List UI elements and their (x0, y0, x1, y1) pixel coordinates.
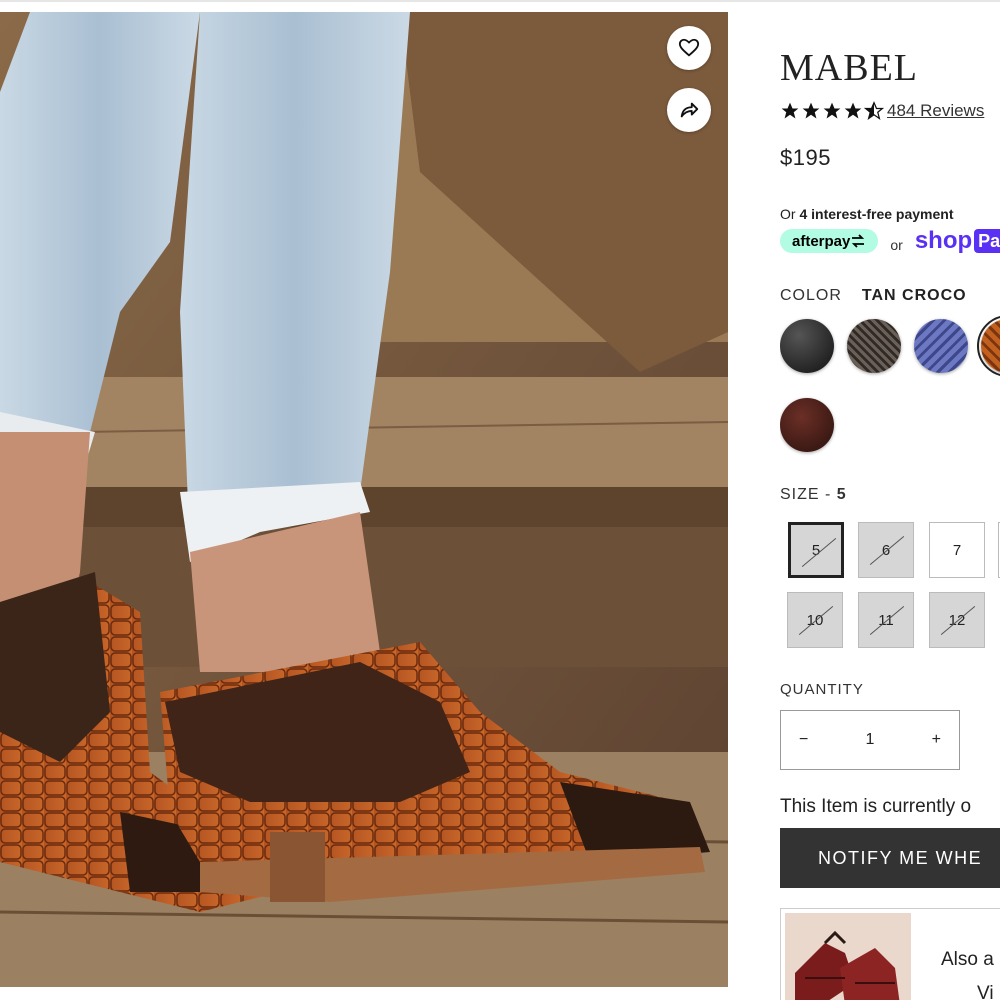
star-filled-icon (781, 102, 799, 119)
size-option-label: 10 (806, 611, 824, 629)
star-filled-icon (823, 102, 841, 119)
reviews-link[interactable]: 484 Reviews (887, 101, 984, 121)
installments-text: Or 4 interest-free payment (780, 206, 954, 222)
size-option-label: 11 (878, 611, 894, 629)
product-info-panel: MABEL 484 Reviews $195 Or 4 interest-fre… (780, 0, 1000, 1000)
product-price: $195 (780, 145, 831, 170)
color-swatch-dark-brown[interactable] (780, 398, 834, 452)
color-swatch-tan-croco[interactable] (977, 315, 1000, 377)
quantity-decrease-button[interactable]: − (799, 731, 808, 749)
star-half-icon (864, 101, 884, 120)
color-swatch-blue-croco[interactable] (914, 319, 968, 373)
star-filled-icon (844, 102, 862, 119)
also-available-link[interactable]: Vi (977, 983, 994, 1000)
favorite-button[interactable] (667, 26, 711, 70)
quantity-increase-button[interactable]: + (932, 731, 941, 749)
afterpay-label: afterpay (792, 232, 851, 250)
payment-options: afterpay or shop Pa (780, 227, 1000, 255)
notify-me-button[interactable]: NOTIFY ME WHE (780, 828, 1000, 888)
size-option-label: 6 (881, 541, 891, 559)
or-separator: or (890, 237, 903, 253)
also-available-thumbnail (785, 913, 911, 1000)
shop-pay-badge[interactable]: shop Pa (915, 227, 1000, 255)
heart-icon (678, 38, 700, 57)
size-option-7[interactable]: 7 (929, 522, 985, 578)
color-swatch-black[interactable] (780, 319, 834, 373)
shop-pay-label: Pa (974, 229, 1000, 253)
size-option-label: 5 (811, 541, 821, 559)
star-filled-icon (802, 102, 820, 119)
size-option-6[interactable]: 6 (858, 522, 914, 578)
size-option-10[interactable]: 10 (787, 592, 843, 648)
shoe-thumbnail-image (785, 913, 911, 1000)
product-image[interactable] (0, 12, 728, 987)
installments-prefix: Or (780, 206, 800, 222)
share-arrow-icon (680, 102, 699, 118)
size-label-row: SIZE - 5 (780, 486, 847, 504)
quantity-label: QUANTITY (780, 681, 864, 698)
rating[interactable]: 484 Reviews (780, 101, 984, 121)
size-option-5[interactable]: 5 (788, 522, 844, 578)
afterpay-badge[interactable]: afterpay (780, 229, 879, 253)
afterpay-arrows-icon (852, 234, 865, 248)
product-photo (0, 12, 728, 987)
size-option-11[interactable]: 11 (858, 592, 914, 648)
size-option-label: 12 (948, 611, 966, 629)
quantity-stepper: − 1 + (780, 710, 960, 770)
also-available-card[interactable]: Also a Vi (780, 908, 1000, 1000)
shop-label: shop (914, 227, 973, 254)
share-button[interactable] (667, 88, 711, 132)
size-selected: 5 (836, 486, 847, 503)
size-label: SIZE - (780, 486, 837, 503)
quantity-input[interactable]: 1 (866, 731, 875, 749)
color-swatch-grey-snake[interactable] (847, 319, 901, 373)
product-title: MABEL (780, 47, 918, 89)
also-available-text: Also a (941, 949, 994, 970)
color-label-row: COLOR TAN CROCO (780, 287, 967, 305)
size-option-12[interactable]: 12 (929, 592, 985, 648)
availability-text: This Item is currently o (780, 796, 972, 817)
installments-bold: 4 interest-free payment (799, 206, 954, 222)
size-option-label: 7 (952, 541, 962, 559)
color-selected: TAN CROCO (861, 287, 967, 304)
color-label: COLOR (780, 287, 842, 304)
